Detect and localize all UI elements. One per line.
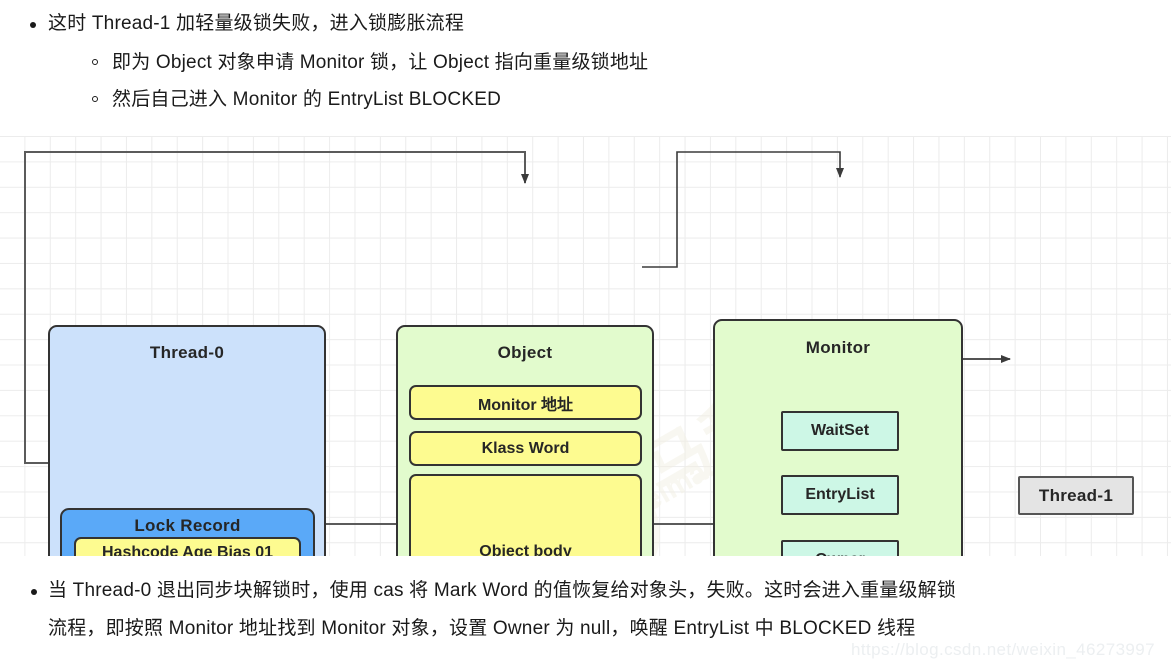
bottom-bullet: 当 Thread-0 退出同步块解锁时，使用 cas 将 Mark Word 的… xyxy=(0,572,1171,648)
object-title: Object xyxy=(497,343,553,362)
object-row-object-body[interactable]: Object body xyxy=(409,474,642,556)
object-row-klass-word[interactable]: Klass Word xyxy=(409,431,642,466)
bottom-notes: 当 Thread-0 退出同步块解锁时，使用 cas 将 Mark Word 的… xyxy=(0,572,1171,648)
monitor-row-entrylist[interactable]: EntryList xyxy=(781,475,899,515)
thread1-title: Thread-1 xyxy=(1038,485,1114,505)
thread0-title: Thread-0 xyxy=(149,343,225,362)
lock-record-title: Lock Record xyxy=(134,516,241,535)
csdn-watermark: https://blog.csdn.net/weixin_46273997 xyxy=(850,640,1155,659)
note-bullet-level1: 这时 Thread-1 加轻量级锁失败，进入锁膨胀流程 xyxy=(0,4,1171,44)
note-bullet-level2-1: 即为 Object 对象申请 Monitor 锁，让 Object 指向重量级锁… xyxy=(0,44,1171,81)
monitor-row-waitset[interactable]: WaitSet xyxy=(781,411,899,451)
bottom-note-line1: 当 Thread-0 退出同步块解锁时，使用 cas 将 Mark Word 的… xyxy=(48,580,957,601)
top-notes: 这时 Thread-1 加轻量级锁失败，进入锁膨胀流程 即为 Object 对象… xyxy=(0,0,1171,118)
thread1-box[interactable]: Thread-1 xyxy=(1018,476,1134,515)
monitor-row-owner[interactable]: Owner xyxy=(781,540,899,556)
lock-record-row-markword[interactable]: Hashcode Age Bias 01 xyxy=(74,537,301,556)
lock-inflation-diagram: 黑马程员 www.itheima.com Thread-0 Lock Recor… xyxy=(0,136,1171,556)
object-row-monitor-address[interactable]: Monitor 地址 xyxy=(409,385,642,420)
note-bullet-level2-2: 然后自己进入 Monitor 的 EntryList BLOCKED xyxy=(0,81,1171,118)
monitor-title: Monitor xyxy=(805,338,871,357)
